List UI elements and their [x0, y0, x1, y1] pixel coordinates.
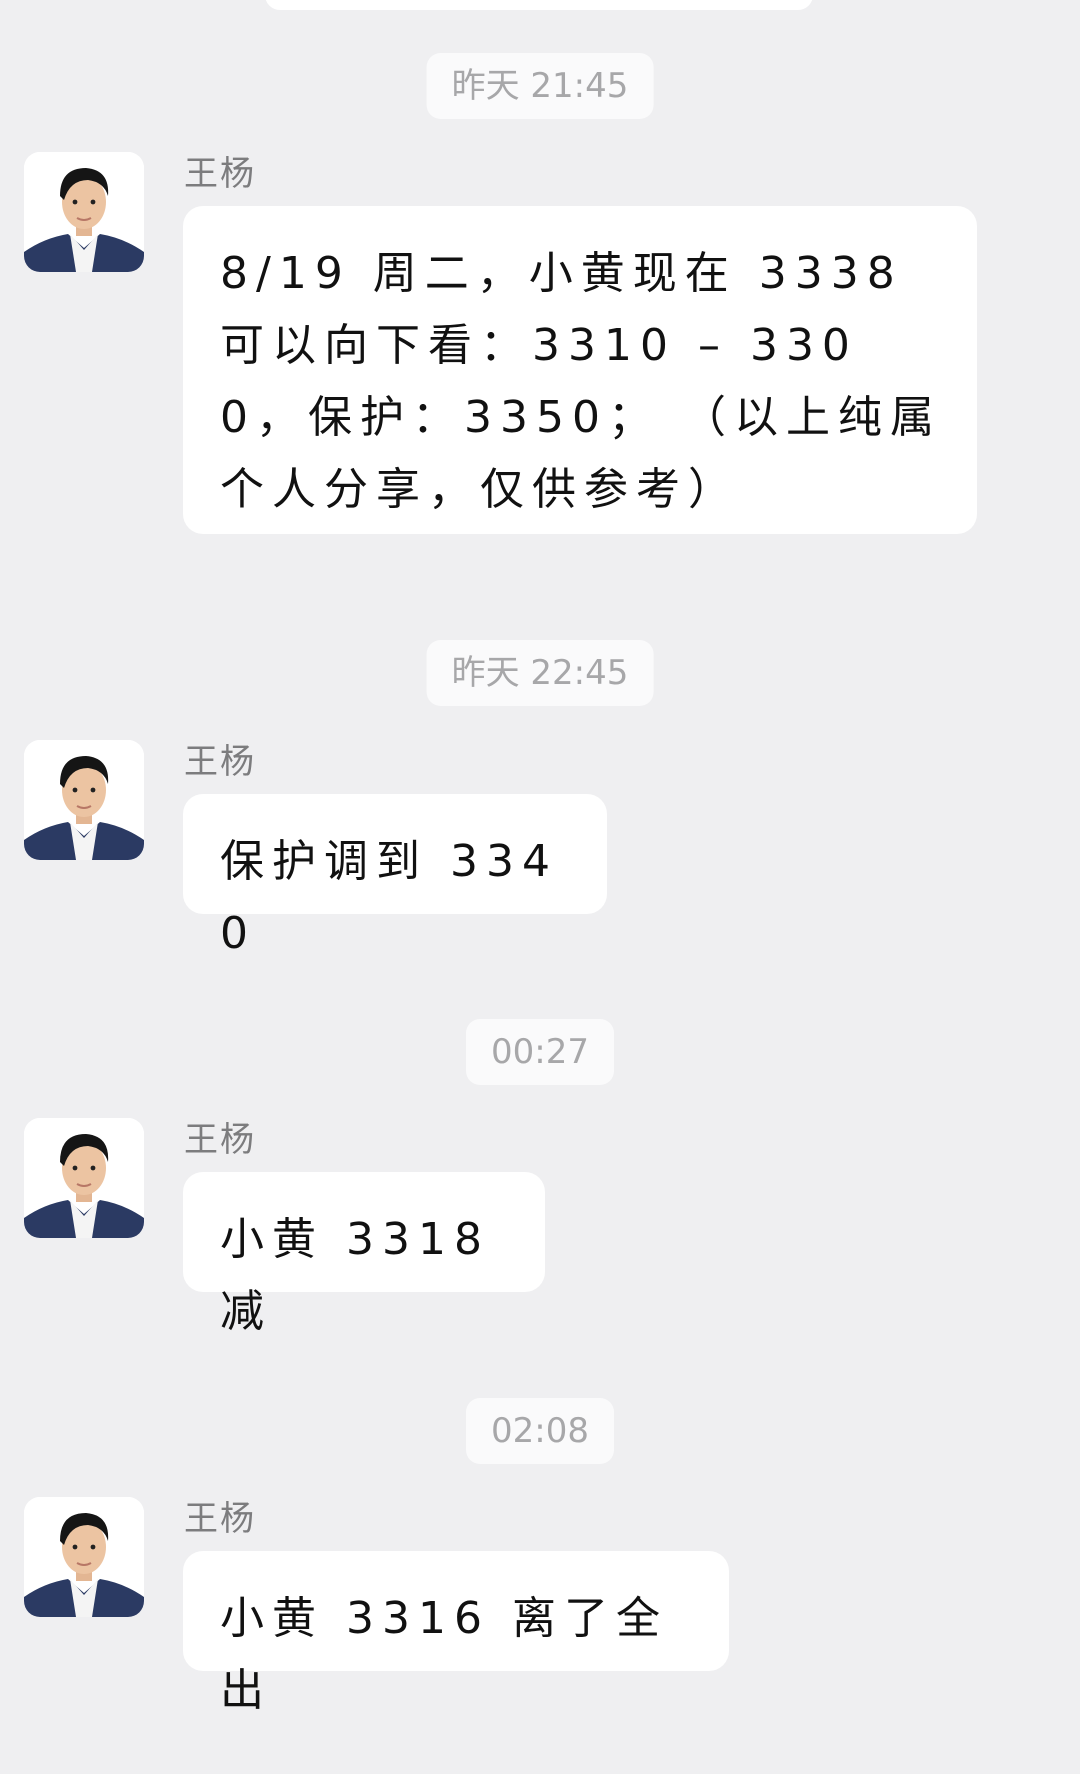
avatar[interactable]: [24, 1497, 144, 1617]
sender-name: 王杨: [184, 1120, 256, 1160]
avatar[interactable]: [24, 740, 144, 860]
sender-name: 王杨: [184, 1499, 256, 1539]
message-bubble[interactable]: 8/19 周二，小黄现在 3338 可以向下看：3310 – 3300，保护：3…: [183, 206, 977, 534]
sender-name: 王杨: [184, 154, 256, 194]
avatar-photo-icon: [24, 1118, 144, 1238]
message-bubble[interactable]: 小黄 3316 离了全出: [183, 1551, 729, 1716]
avatar-photo-icon: [24, 152, 144, 272]
timestamp: 昨天 21:45: [426, 53, 654, 119]
timestamp: 00:27: [466, 1019, 614, 1085]
message-bubble[interactable]: 保护调到 3340: [183, 794, 607, 959]
avatar-photo-icon: [24, 1497, 144, 1617]
avatar[interactable]: [24, 152, 144, 272]
sender-name: 王杨: [184, 742, 256, 782]
avatar-photo-icon: [24, 740, 144, 860]
avatar[interactable]: [24, 1118, 144, 1238]
previous-message-bubble-edge: [265, 0, 813, 10]
timestamp: 02:08: [466, 1398, 614, 1464]
timestamp: 昨天 22:45: [426, 640, 654, 706]
message-bubble[interactable]: 小黄 3318 减: [183, 1172, 545, 1337]
